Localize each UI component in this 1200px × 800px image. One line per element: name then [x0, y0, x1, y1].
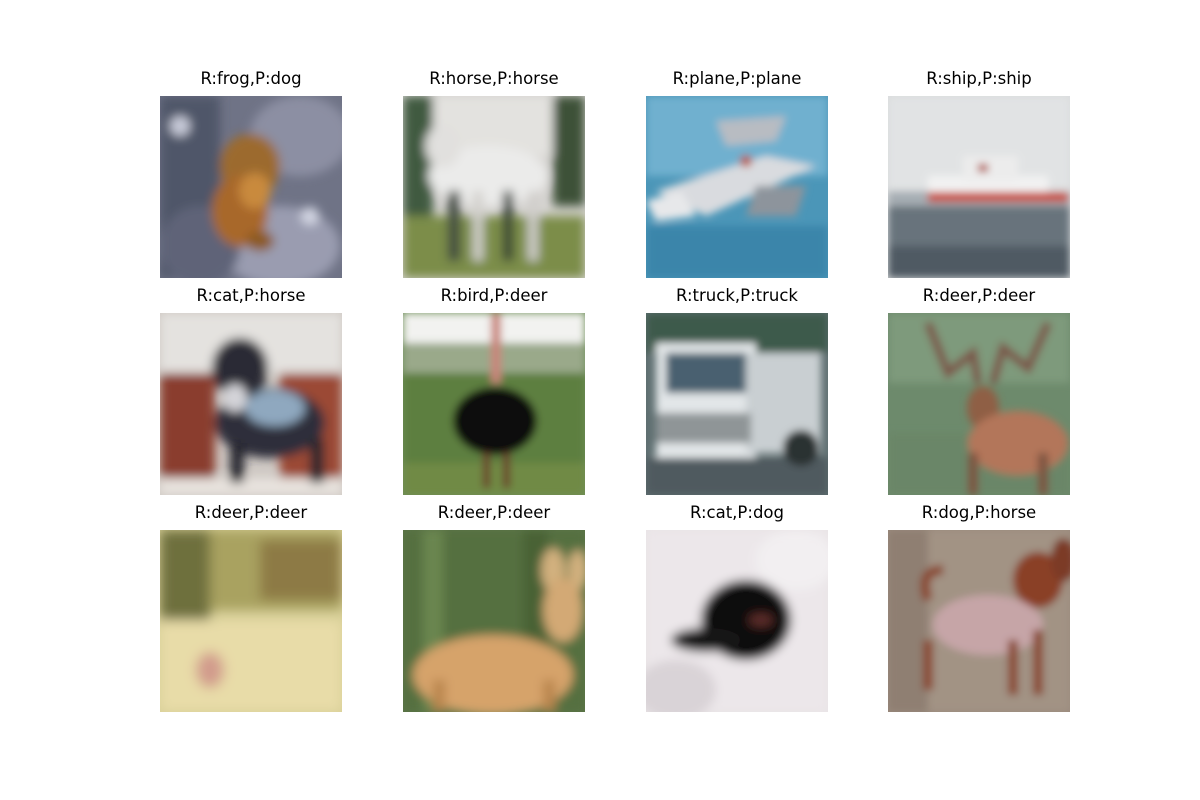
dog-image [888, 530, 1070, 712]
panel-title: R:frog,P:dog [200, 69, 302, 88]
horse-image [403, 96, 585, 278]
panel-frog-dog: R:frog,P:dog [160, 68, 342, 278]
panel-title: R:cat,P:horse [196, 286, 306, 305]
panel-title: R:plane,P:plane [672, 69, 802, 88]
panel-cat-dog: R:cat,P:dog [646, 502, 828, 712]
panel-title: R:deer,P:deer [437, 503, 551, 522]
plane-image [646, 96, 828, 278]
deer-image [160, 530, 342, 712]
panel-title: R:bird,P:deer [440, 286, 548, 305]
cat-image [160, 313, 342, 495]
frog-image [160, 96, 342, 278]
panel-deer-deer-2: R:deer,P:deer [160, 502, 342, 712]
panel-title: R:truck,P:truck [676, 286, 798, 305]
truck-image [646, 313, 828, 495]
panel-title: R:deer,P:deer [194, 503, 308, 522]
panel-horse-horse: R:horse,P:horse [403, 68, 585, 278]
panel-truck-truck: R:truck,P:truck [646, 285, 828, 495]
bird-image [403, 313, 585, 495]
panel-title: R:deer,P:deer [922, 286, 1036, 305]
panel-deer-deer-1: R:deer,P:deer [888, 285, 1070, 495]
panel-title: R:dog,P:horse [921, 503, 1037, 522]
image-grid: R:frog,P:dog R:horse,P:horse R:plane,P:p… [0, 0, 1200, 800]
panel-dog-horse: R:dog,P:horse [888, 502, 1070, 712]
cat-image [646, 530, 828, 712]
panel-plane-plane: R:plane,P:plane [646, 68, 828, 278]
panel-title: R:ship,P:ship [926, 69, 1032, 88]
panel-deer-deer-3: R:deer,P:deer [403, 502, 585, 712]
panel-ship-ship: R:ship,P:ship [888, 68, 1070, 278]
panel-cat-horse: R:cat,P:horse [160, 285, 342, 495]
ship-image [888, 96, 1070, 278]
panel-title: R:cat,P:dog [690, 503, 784, 522]
panel-bird-deer: R:bird,P:deer [403, 285, 585, 495]
panel-title: R:horse,P:horse [429, 69, 559, 88]
deer-image [403, 530, 585, 712]
deer-image [888, 313, 1070, 495]
